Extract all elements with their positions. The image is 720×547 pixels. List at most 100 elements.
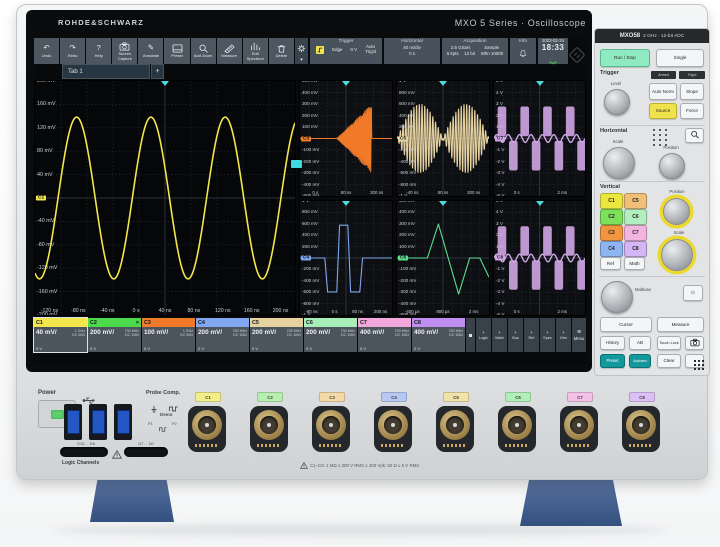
bnc-connector-c2[interactable] bbox=[250, 406, 288, 452]
bnc-connector-c1[interactable] bbox=[188, 406, 226, 452]
bnc-connector-c4[interactable] bbox=[374, 406, 412, 452]
trigger-position-marker[interactable] bbox=[439, 81, 447, 86]
tab-tab1[interactable]: Tab 1 bbox=[62, 64, 150, 79]
channel-descriptor-c8[interactable]: C8400 mV/700 MHzDC 1MΩ0 V bbox=[412, 318, 465, 352]
toolbar-screen-capture[interactable]: Screen Capture bbox=[112, 38, 137, 64]
vertical-channel-button-c1[interactable]: C1 bbox=[600, 193, 623, 209]
preset-button[interactable]: Preset bbox=[600, 354, 625, 368]
acquisition-status-box[interactable]: Acquisition 2.5 GSa/s Sample 5 kpts 12 b… bbox=[442, 38, 508, 64]
toolbar-undo[interactable]: ↶Undo bbox=[34, 38, 59, 64]
add-gen-button[interactable]: +Gen bbox=[556, 318, 571, 352]
add-tab-button[interactable]: + bbox=[151, 64, 164, 79]
bnc-connector-c5[interactable] bbox=[436, 406, 474, 452]
channel-marker-c6[interactable]: C6 bbox=[398, 256, 408, 261]
trigger-source-button[interactable]: Source bbox=[649, 103, 677, 119]
vertical-channel-button-c4[interactable]: C4 bbox=[600, 241, 623, 257]
vertical-scale-knob[interactable] bbox=[661, 239, 693, 271]
logic-connector-d15-d8[interactable] bbox=[60, 447, 108, 457]
vertical-channel-button-c8[interactable]: C8 bbox=[624, 241, 647, 257]
toolbar-measure[interactable]: Measure bbox=[217, 38, 242, 64]
channel-marker-c3[interactable]: C3 bbox=[301, 136, 311, 141]
vertical-channel-button-c2[interactable]: C2 bbox=[600, 209, 623, 225]
toolbar-add-zoom[interactable]: Add Zoom bbox=[191, 38, 216, 64]
trigger-position-marker[interactable] bbox=[342, 81, 350, 86]
bnc-connector-c6[interactable] bbox=[498, 406, 536, 452]
vertical-channel-button-c6[interactable]: C6 bbox=[624, 209, 647, 225]
autoset-button[interactable]: Autoset bbox=[629, 354, 651, 368]
math-button[interactable]: Math bbox=[624, 257, 645, 270]
add-bus-button[interactable]: +Bus bbox=[508, 318, 523, 352]
channel-descriptor-c3[interactable]: C3100 mV/1 GHzDC 50Ω0 V bbox=[142, 318, 195, 352]
channel-close-marker[interactable]: × bbox=[136, 320, 139, 326]
usb-port-1[interactable] bbox=[64, 404, 82, 440]
usb-port-3[interactable] bbox=[114, 404, 132, 440]
screenshot-button[interactable] bbox=[685, 336, 704, 350]
grid-c3[interactable]: 500 mV400 mV300 mV200 mV100 mV-100 mV-20… bbox=[299, 80, 393, 197]
channel-marker-c7[interactable]: C7 bbox=[495, 136, 505, 141]
add-math-button[interactable]: +Math bbox=[492, 318, 507, 352]
auto-norm-button[interactable]: Auto Norm bbox=[649, 83, 677, 100]
channel-marker-c5[interactable]: C5 bbox=[398, 136, 408, 141]
horizontal-position-knob[interactable] bbox=[659, 153, 685, 179]
add-logic-button[interactable]: +Logic bbox=[476, 318, 491, 352]
multiuse-knob[interactable] bbox=[601, 281, 633, 313]
trigger-position-marker[interactable] bbox=[536, 81, 544, 86]
channel-descriptor-c7[interactable]: C7400 mV/700 MHzDC 1MΩ0 V bbox=[358, 318, 411, 352]
zoom-anchor-marker[interactable] bbox=[291, 160, 302, 168]
horizontal-scale-knob[interactable] bbox=[603, 147, 635, 179]
add-ref-button[interactable]: +Ref bbox=[524, 318, 539, 352]
toolbar-delete[interactable]: Delete bbox=[269, 38, 294, 64]
run-stop-button[interactable]: Run / Stop bbox=[600, 49, 650, 67]
zoom-button[interactable] bbox=[685, 128, 704, 143]
bnc-connector-c3[interactable] bbox=[312, 406, 350, 452]
channel-descriptor-c5[interactable]: C5200 mV/700 MHzDC 1MΩ0 V bbox=[250, 318, 303, 352]
bnc-connector-c7[interactable] bbox=[560, 406, 598, 452]
toolbar-redo[interactable]: ↷Redo bbox=[60, 38, 85, 64]
channel-marker-c1[interactable]: C1 bbox=[36, 196, 46, 201]
clock-box[interactable]: 2023-02-24 18:33 bbox=[538, 38, 568, 64]
touch-lock-button[interactable]: Touch Lock bbox=[657, 336, 681, 350]
toolbar-help[interactable]: ?Help bbox=[86, 38, 111, 64]
toolbar-edit-spectrum[interactable]: Edit Spectrum bbox=[243, 38, 268, 64]
ref-button[interactable]: Ref bbox=[600, 257, 621, 270]
menu-button[interactable]: ≡Menu bbox=[572, 318, 586, 352]
single-button[interactable]: Single bbox=[656, 49, 704, 67]
trigger-position-marker[interactable] bbox=[161, 81, 169, 86]
history-button[interactable]: History bbox=[600, 336, 625, 350]
cursor-button[interactable]: Cursor bbox=[600, 317, 652, 332]
measure-button[interactable]: Measure bbox=[657, 317, 704, 332]
grid-c5[interactable]: 1 V800 mV600 mV400 mV200 mV-200 mV-400 m… bbox=[396, 80, 490, 197]
signal-settings-button[interactable] bbox=[466, 318, 475, 352]
trigger-status-box[interactable]: Trigger Edge 0 V Auto Trig'd bbox=[310, 38, 382, 64]
trigger-position-marker[interactable] bbox=[342, 201, 350, 206]
horizontal-status-box[interactable]: Horizontal 40 ns/div 0 s bbox=[384, 38, 440, 64]
grid-c7[interactable]: 5 V4 V3 V2 V1 V-1 V-2 V-3 V-4 V-5 VC70 s… bbox=[493, 80, 586, 197]
grid-c4[interactable]: 1 V800 mV600 mV400 mV200 mV-200 mV-400 m… bbox=[299, 200, 393, 316]
toolbar-preset[interactable]: Preset bbox=[164, 38, 189, 64]
grid-c8[interactable]: 5 V4 V3 V2 V1 V-1 V-2 V-3 V-4 V-5 VC80 s… bbox=[493, 200, 586, 316]
trigger-level-knob[interactable] bbox=[604, 89, 630, 115]
channel-descriptor-c4[interactable]: C4200 mV/700 MHzDC 1MΩ0 V bbox=[196, 318, 249, 352]
channel-descriptor-c2[interactable]: C2×200 mV/700 MHzDC 1MΩ0 V bbox=[88, 318, 141, 352]
toolbar-settings-button[interactable]: ▾ bbox=[295, 38, 308, 64]
usb-port-2[interactable] bbox=[89, 404, 107, 440]
channel-descriptor-c6[interactable]: C6200 mV/700 MHzDC 1MΩ0 V bbox=[304, 318, 357, 352]
vertical-channel-button-c7[interactable]: C7 bbox=[624, 225, 647, 241]
trigger-position-marker[interactable] bbox=[536, 201, 544, 206]
channel-descriptor-c1[interactable]: C140 mV/1 GHzDC 50Ω0 V bbox=[34, 318, 87, 352]
force-trigger-button[interactable]: Force bbox=[680, 103, 704, 119]
vertical-channel-button-c5[interactable]: C5 bbox=[624, 193, 647, 209]
bnc-connector-c8[interactable] bbox=[622, 406, 660, 452]
toolbar-annotate[interactable]: ✎Annotate bbox=[138, 38, 163, 64]
ab-button[interactable]: AB bbox=[629, 336, 651, 350]
keypad-button[interactable] bbox=[685, 354, 704, 368]
trigger-position-marker[interactable] bbox=[439, 201, 447, 206]
vertical-position-knob[interactable] bbox=[663, 198, 690, 225]
logic-connector-d7-d0[interactable] bbox=[124, 447, 168, 457]
add-spec-button[interactable]: +Spec bbox=[540, 318, 555, 352]
intensity-button[interactable]: ☼ bbox=[683, 285, 703, 301]
grid-c6[interactable]: 500 mV400 mV300 mV200 mV100 mV-100 mV-20… bbox=[396, 200, 490, 316]
info-status-box[interactable]: Info bbox=[510, 38, 536, 64]
clear-button[interactable]: Clear bbox=[657, 354, 681, 368]
channel-marker-c8[interactable]: C8 bbox=[495, 256, 505, 261]
